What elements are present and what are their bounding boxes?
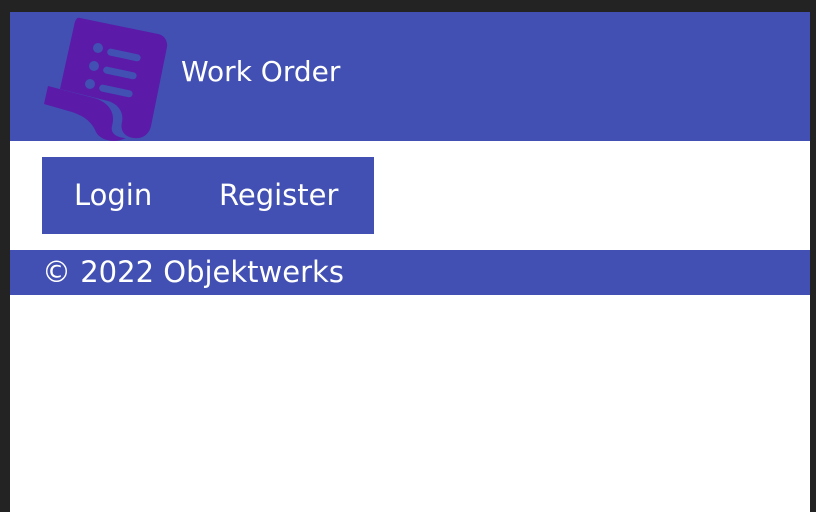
document-list-icon (44, 17, 168, 141)
app-header: Work Order (10, 12, 810, 141)
page: Work Order Login Register © 2022 Objektw… (10, 12, 810, 512)
login-link[interactable]: Login (74, 177, 152, 213)
app-title: Work Order (181, 55, 341, 88)
register-link[interactable]: Register (219, 177, 338, 213)
footer: © 2022 Objektwerks (10, 250, 810, 295)
copyright-text: © 2022 Objektwerks (42, 255, 344, 289)
nav-bar: Login Register (42, 157, 374, 234)
